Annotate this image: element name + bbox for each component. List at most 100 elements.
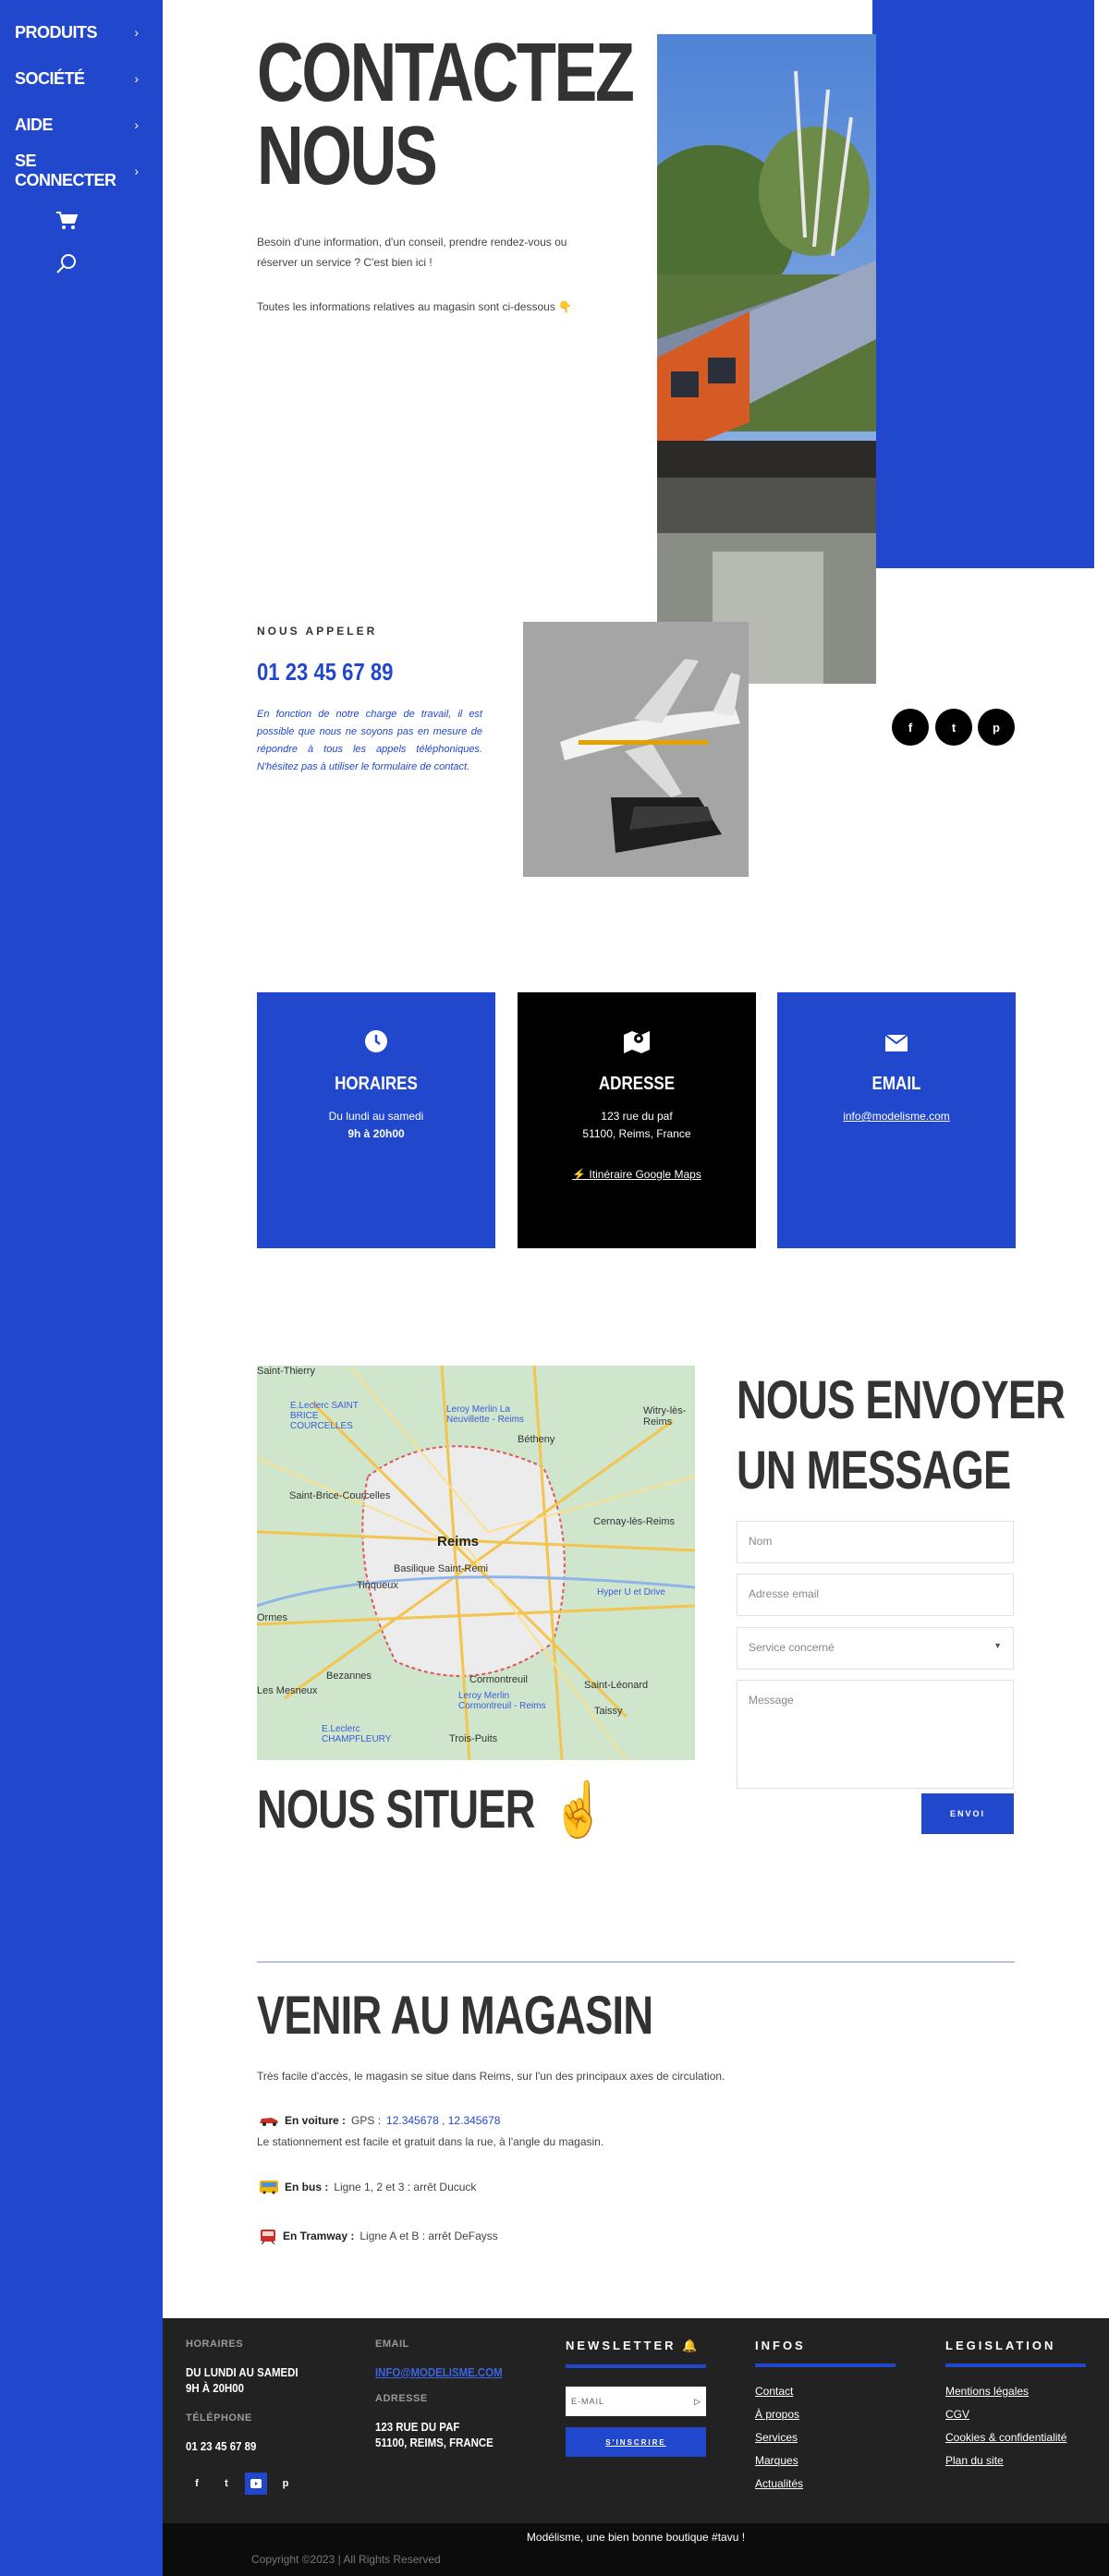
facebook-button[interactable]: f [892, 709, 929, 746]
sidebar-item-se-connecter[interactable]: SE CONNECTER › [15, 152, 139, 189]
contact-form-title-line: NOUS ENVOYER [737, 1370, 1066, 1430]
train-photo [657, 34, 876, 684]
footer-label: EMAIL [375, 2339, 409, 2350]
situer-title-text: NOUS SITUER [257, 1780, 535, 1840]
car-parking: Le stationnement est facile et gratuit d… [257, 2135, 604, 2148]
infos-title: INFOS [755, 2339, 806, 2352]
tram-icon [261, 2230, 275, 2244]
footer: HORAIRES DU LUNDI AU SAMEDI 9H À 20H00 T… [163, 2318, 1109, 2523]
phone-number[interactable]: 01 23 45 67 89 [257, 658, 393, 687]
infos-col: INFOS Contact À propos Services Marques … [755, 2339, 896, 2496]
call-note: En fonction de notre charge de travail, … [257, 709, 482, 772]
venir-intro: Très facile d'accès, le magasin se situe… [257, 2070, 725, 2083]
reims-map[interactable]: Saint-Thierry Witry-lès-Reims E.Leclerc … [257, 1366, 695, 1760]
sidebar-item-aide[interactable]: AIDE › [15, 111, 139, 139]
name-field[interactable]: Nom [737, 1521, 1014, 1563]
caret-down-icon: ▼ [993, 1641, 1002, 1650]
map-label: Saint-Thierry [257, 1366, 315, 1377]
venir-title: VENIR AU MAGASIN [257, 1986, 653, 2046]
footer-link-mentions-legales[interactable]: Mentions légales [945, 2380, 1086, 2403]
gps-coordinates[interactable]: 12.345678 , 12.345678 [386, 2114, 500, 2127]
newsletter-input[interactable]: E-MAIL ▷ [566, 2387, 706, 2416]
legal-links: Mentions légales CGV Cookies & confident… [945, 2380, 1086, 2473]
search-icon[interactable] [55, 252, 78, 279]
map-label: Saint-Brice-Courcelles [289, 1490, 391, 1501]
sidebar-item-label: AIDE [15, 115, 54, 134]
map-label: Trois-Puits [449, 1733, 498, 1744]
map-label: Ormes [257, 1612, 287, 1623]
card-text: Du lundi au samedi [328, 1110, 424, 1123]
chevron-right-icon: › [134, 71, 139, 86]
copyright: Copyright ©2023 | All Rights Reserved [251, 2553, 441, 2566]
contact-form-title: NOUS ENVOYER UN MESSAGE [737, 1366, 1097, 1506]
page-title-line: NOUS [257, 110, 438, 202]
twitter-icon: t [951, 720, 957, 735]
footer-value: 123 RUE DU PAF [375, 2420, 460, 2434]
clock-icon [257, 1029, 495, 1057]
footer-link-marques[interactable]: Marques [755, 2449, 896, 2473]
footer-value: 01 23 45 67 89 [186, 2439, 257, 2453]
sidebar-item-label: SE CONNECTER [15, 152, 116, 189]
message-field[interactable]: Message [737, 1680, 1014, 1789]
envelope-icon [777, 1029, 1016, 1057]
card-title: HORAIRES [335, 1074, 418, 1094]
email-field[interactable]: Adresse email [737, 1574, 1014, 1616]
footer-link-cgv[interactable]: CGV [945, 2403, 1086, 2426]
card-title: EMAIL [871, 1074, 921, 1094]
footer-value: 51100, REIMS, FRANCE [375, 2436, 494, 2449]
bus-icon [260, 2181, 278, 2194]
bus-label: En bus : [285, 2181, 329, 2193]
footer-contact-col: HORAIRES DU LUNDI AU SAMEDI 9H À 20H00 T… [186, 2339, 313, 2495]
cart-icon[interactable] [55, 211, 79, 236]
twitter-icon[interactable]: t [215, 2473, 238, 2495]
submit-button[interactable]: ENVOI [921, 1793, 1014, 1834]
sidebar-item-label: PRODUITS [15, 22, 98, 42]
infos-links: Contact À propos Services Marques Actual… [755, 2380, 896, 2496]
footer-link-plan-du-site[interactable]: Plan du site [945, 2449, 1086, 2473]
heading-bar [755, 2363, 896, 2367]
youtube-icon[interactable] [245, 2473, 267, 2495]
send-icon[interactable]: ▷ [694, 2397, 701, 2407]
pinterest-icon[interactable]: p [274, 2473, 297, 2495]
map-label: Bétheny [518, 1434, 555, 1445]
car-line: En voiture : GPS : 12.345678 , 12.345678 [259, 2114, 500, 2127]
map-label: Reims [437, 1534, 480, 1549]
google-maps-link[interactable]: ⚡ Itinéraire Google Maps [518, 1166, 756, 1184]
map-label: Taissy [594, 1706, 623, 1717]
footer-email-col: EMAIL INFO@MODELISME.COM ADRESSE 123 RUE… [375, 2339, 519, 2450]
airplane-photo [523, 622, 749, 877]
facebook-icon[interactable]: f [186, 2473, 208, 2495]
newsletter-title: NEWSLETTER 🔔 [566, 2339, 701, 2352]
footer-social: f t p [186, 2473, 313, 2495]
twitter-button[interactable]: t [935, 709, 972, 746]
footer-link-a-propos[interactable]: À propos [755, 2403, 896, 2426]
pinterest-button[interactable]: p [978, 709, 1015, 746]
hero-info: Toutes les informations relatives au mag… [257, 300, 573, 313]
service-select[interactable]: Service concerné ▼ [737, 1627, 1014, 1670]
footer-bottom: Modélisme, une bien bonne boutique #tavu… [163, 2523, 1109, 2576]
sidebar-item-societe[interactable]: SOCIÉTÉ › [15, 65, 139, 92]
map-label: Leroy Merlin La Neuvillette - Reims [446, 1404, 524, 1425]
newsletter-placeholder: E-MAIL [571, 2397, 605, 2406]
footer-email-link[interactable]: INFO@MODELISME.COM [375, 2364, 503, 2380]
footer-link-contact[interactable]: Contact [755, 2380, 896, 2403]
email-link[interactable]: info@modelisme.com [777, 1108, 1016, 1125]
sidebar: PRODUITS › SOCIÉTÉ › AIDE › SE CONNECTER… [0, 0, 163, 2576]
page-title: CONTACTEZ NOUS [257, 31, 635, 202]
footer-label: ADRESSE [375, 2393, 428, 2404]
newsletter-subscribe-button[interactable]: S'INSCRIRE [566, 2427, 706, 2457]
map-label: E.Leclerc SAINT BRICE COURCELLES [290, 1401, 359, 1431]
contact-form-title-line: UN MESSAGE [737, 1440, 1011, 1501]
heading-bar [566, 2364, 706, 2368]
footer-link-cookies[interactable]: Cookies & confidentialité [945, 2426, 1086, 2449]
footer-link-services[interactable]: Services [755, 2426, 896, 2449]
sidebar-item-label: SOCIÉTÉ [15, 68, 85, 88]
map-label: Les Mesneux [257, 1685, 318, 1696]
map-label: Tinqueux [357, 1580, 398, 1591]
sidebar-item-produits[interactable]: PRODUITS › [15, 18, 139, 46]
car-icon [260, 2118, 278, 2126]
footer-link-actualites[interactable]: Actualités [755, 2473, 896, 2496]
hero-intro-line: Besoin d'une information, d'un conseil, … [257, 236, 567, 249]
situer-title: NOUS SITUER ☝ [257, 1779, 605, 1841]
map-label: Cernay-lès-Reims [593, 1516, 676, 1527]
